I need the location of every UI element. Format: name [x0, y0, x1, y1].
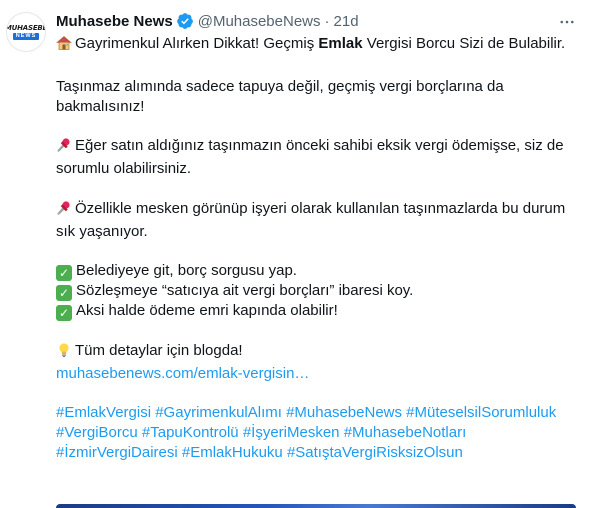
checklist-item-text: Aksi halde ödeme emri kapında olabilir! — [76, 302, 338, 319]
tweet-text: Gayrimenkul Alırken Dikkat! Geçmiş Emlak… — [55, 34, 576, 463]
tweet-title-suffix: Vergisi Borcu Sizi de Bulabilir. — [362, 35, 566, 52]
checklist-item: ✓ Sözleşmeye “satıcıya ait vergi borçları… — [56, 281, 576, 301]
hashtag-list: #EmlakVergisi #GayrimenkulAlımı #Muhaseb… — [56, 403, 576, 463]
author-display-name[interactable]: Muhasebe News — [56, 13, 173, 30]
check-mark-icon: ✓ — [56, 265, 72, 281]
tweet-point-2: Özellikle mesken görünüp işyeri olarak k… — [56, 199, 576, 242]
tweet-title-prefix: Gayrimenkul Alırken Dikkat! Geçmiş — [75, 35, 319, 52]
checklist-item-text: Belediyeye git, borç sorgusu yap. — [76, 262, 297, 279]
verified-badge-icon[interactable] — [176, 12, 194, 30]
hashtag-link[interactable]: #GayrimenkulAlımı — [155, 404, 282, 421]
tweet-point-1-text: Eğer satın aldığınız taşınmazın önceki s… — [56, 137, 564, 177]
pushpin-icon — [56, 200, 72, 222]
hashtag-link[interactable]: #MuhasebeNews — [286, 404, 402, 421]
checklist-item: ✓ Belediyeye git, borç sorgusu yap. — [56, 261, 576, 281]
hashtag-link[interactable]: #EmlakVergisi — [56, 404, 151, 421]
tweet-point-2-text: Özellikle mesken görünüp işyeri olarak k… — [56, 199, 566, 240]
tweet[interactable]: MUHASEBE NEWS Muhasebe News @MuhasebeNew… — [0, 0, 589, 508]
hashtag-link[interactable]: #MuhasebeNotları — [344, 424, 467, 441]
tweet-timestamp[interactable]: 21d — [334, 13, 359, 30]
tweet-link-line: muhasebenews.com/emlak-vergisin… — [56, 364, 576, 384]
tweet-intro: Taşınmaz alımında sadece tapuya değil, g… — [56, 77, 504, 115]
hashtag-link[interactable]: #VergiBorcu — [56, 424, 138, 441]
avatar-logo-top: MUHASEBE — [6, 24, 46, 32]
ellipsis-icon[interactable] — [556, 12, 578, 32]
check-mark-icon: ✓ — [56, 285, 72, 301]
hashtag-link[interactable]: #MüteselsilSorumluluk — [406, 404, 556, 421]
house-icon — [55, 35, 73, 57]
tweet-title: Gayrimenkul Alırken Dikkat! Geçmiş Emlak… — [55, 34, 576, 57]
checklist-item: ✓ Aksi halde ödeme emri kapında olabilir! — [56, 301, 576, 321]
author-avatar[interactable]: MUHASEBE NEWS — [6, 12, 46, 52]
hashtag-link[interactable]: #EmlakHukuku — [182, 444, 283, 461]
light-bulb-icon — [56, 342, 72, 364]
check-mark-icon: ✓ — [56, 305, 72, 321]
blog-link[interactable]: muhasebenews.com/emlak-vergisin… — [56, 365, 309, 382]
tweet-title-bold: Emlak — [318, 35, 363, 52]
hashtag-link[interactable]: #İşyeriMesken — [243, 424, 340, 441]
tweet-point-1: Eğer satın aldığınız taşınmazın önceki s… — [56, 136, 576, 179]
checklist-item-text: Sözleşmeye “satıcıya ait vergi borçları”… — [76, 282, 414, 299]
hashtag-link[interactable]: #TapuKontrolü — [142, 424, 239, 441]
hashtag-link[interactable]: #İzmirVergiDairesi — [56, 444, 178, 461]
hashtag-link[interactable]: #SatıştaVergiRisksizOlsun — [287, 444, 463, 461]
tweet-details-text: Tüm detaylar için blogda! — [75, 341, 243, 359]
tweet-details: Tüm detaylar için blogda! — [56, 341, 576, 364]
tweet-header: Muhasebe News @MuhasebeNews · 21d — [56, 11, 359, 31]
author-handle[interactable]: @MuhasebeNews — [198, 13, 321, 30]
header-separator: · — [324, 12, 330, 30]
avatar-logo-bottom: NEWS — [12, 33, 40, 40]
pushpin-icon — [56, 137, 72, 159]
tweet-media-preview[interactable] — [56, 504, 576, 508]
